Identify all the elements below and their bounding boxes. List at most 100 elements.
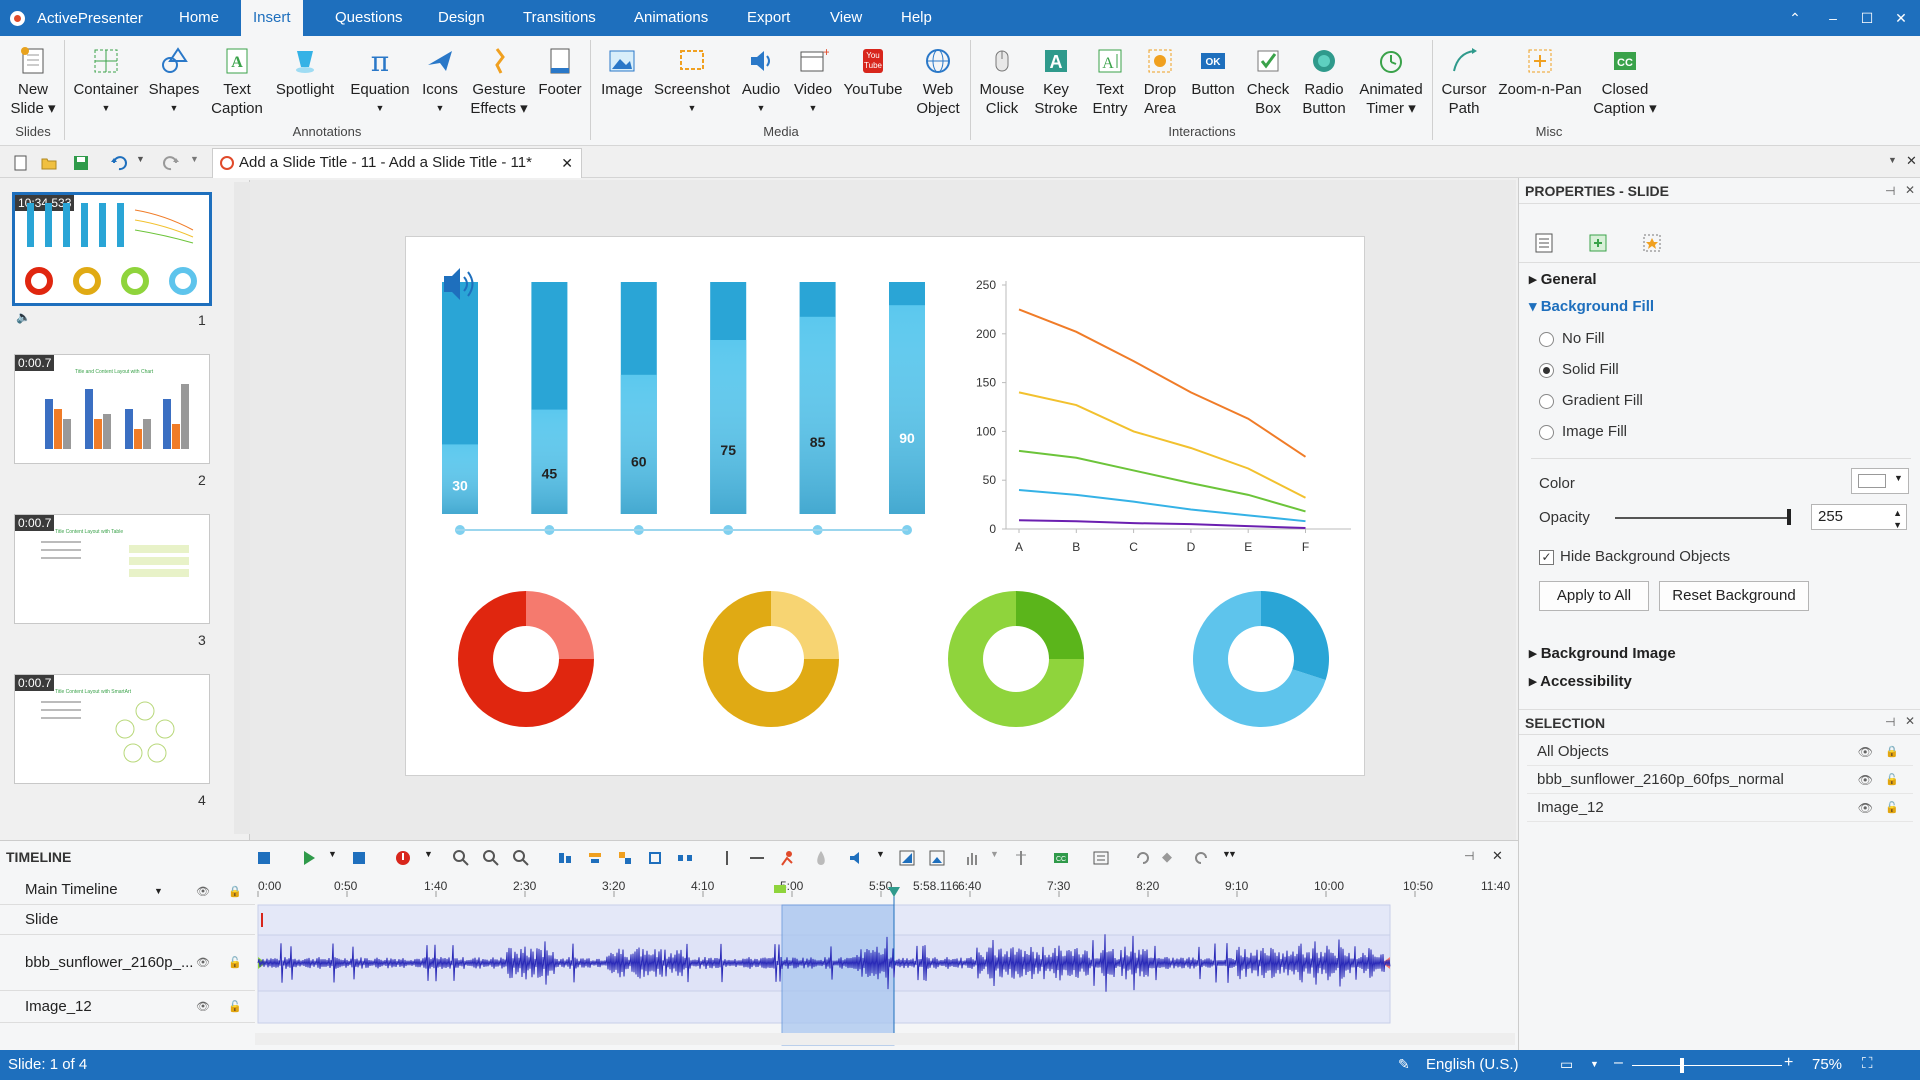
visibility-eye-icon[interactable]: 👁 xyxy=(196,956,210,969)
pin-icon[interactable]: ⊣ xyxy=(1885,184,1895,198)
more-tools-icon[interactable]: ▼ xyxy=(1228,849,1246,867)
visibility-eye-icon[interactable]: 👁 xyxy=(196,885,210,898)
spin-down-icon[interactable]: ▼ xyxy=(1893,513,1902,537)
animated-timer-button[interactable]: Animated Timer ▾ xyxy=(1354,42,1428,118)
slide-thumbnail-3[interactable]: 0:00.7 Title Content Layout with Table xyxy=(14,514,210,624)
screenshot-button[interactable]: Screenshot ▼ xyxy=(650,42,734,118)
no-fill-radio[interactable]: No Fill xyxy=(1539,330,1605,347)
menu-home[interactable]: Home xyxy=(167,0,231,36)
spell-check-icon[interactable]: ✎ xyxy=(1398,1056,1410,1073)
view-dropdown-icon[interactable]: ▼ xyxy=(1590,1059,1599,1069)
color-picker[interactable]: ▼ xyxy=(1851,468,1909,494)
check-box-button[interactable]: Check Box xyxy=(1242,42,1294,118)
icons-button[interactable]: Icons ▼ xyxy=(420,42,460,118)
effects-icon[interactable] xyxy=(1641,232,1663,254)
insert-image-icon[interactable] xyxy=(928,849,946,867)
rotate-left-icon[interactable] xyxy=(1134,849,1152,867)
menu-view[interactable]: View xyxy=(818,0,874,36)
audio-button[interactable]: Audio ▼ xyxy=(736,42,786,118)
main-timeline-dropdown[interactable]: Main Timeline xyxy=(0,875,255,905)
freeze-frame-icon[interactable] xyxy=(898,849,916,867)
volume-icon[interactable] xyxy=(848,849,866,867)
visibility-eye-icon[interactable]: 👁 xyxy=(196,1000,210,1013)
new-slide-button[interactable]: New Slide ▾ xyxy=(6,42,60,118)
background-fill-section[interactable]: ▾ Background Fill xyxy=(1529,297,1654,315)
menu-animations[interactable]: Animations xyxy=(622,0,720,36)
key-stroke-button[interactable]: A Key Stroke xyxy=(1030,42,1082,118)
motion-icon[interactable] xyxy=(778,849,796,867)
lock-icon[interactable]: 🔓 xyxy=(1885,766,1899,794)
shapes-button[interactable]: Shapes ▼ xyxy=(144,42,204,118)
lock-icon[interactable]: 🔒 xyxy=(1885,738,1899,766)
reset-background-button[interactable]: Reset Background xyxy=(1659,581,1809,611)
radio-button-button[interactable]: Radio Button xyxy=(1296,42,1352,118)
visibility-eye-icon[interactable]: 👁 xyxy=(1858,794,1873,822)
selection-row-all-objects[interactable]: All Objects 👁 🔒 xyxy=(1527,738,1913,766)
close-tab-icon[interactable]: ✕ xyxy=(561,149,573,177)
stop-icon[interactable] xyxy=(350,849,368,867)
opacity-input[interactable]: 255 ▲ ▼ xyxy=(1811,504,1907,530)
subtitle-list-icon[interactable] xyxy=(1092,849,1110,867)
menu-questions[interactable]: Questions xyxy=(323,0,415,36)
drop-area-button[interactable]: Drop Area xyxy=(1138,42,1182,118)
select-tool-icon[interactable] xyxy=(255,849,273,867)
zoom-out-icon[interactable] xyxy=(482,849,500,867)
audio-levels-icon[interactable] xyxy=(964,849,982,867)
timeline-horizontal-scrollbar[interactable] xyxy=(255,1033,1515,1045)
ribbon-collapse-icon[interactable]: ⌃ xyxy=(1778,0,1812,36)
volume-dropdown-icon[interactable]: ▼ xyxy=(876,849,894,867)
zoom-slider[interactable] xyxy=(1632,1065,1782,1066)
pane-close-icon[interactable]: ✕ xyxy=(1906,153,1917,169)
slide-canvas[interactable]: 30 45 60 75 85 90 0 50 100 150 200 250 A B C D E F xyxy=(405,236,1365,776)
align-center-icon[interactable] xyxy=(586,849,604,867)
visibility-eye-icon[interactable]: 👁 xyxy=(1858,738,1873,766)
align-icon[interactable] xyxy=(556,849,574,867)
save-icon[interactable] xyxy=(72,154,90,172)
youtube-button[interactable]: You Tube YouTube xyxy=(840,42,906,99)
close-icon[interactable]: ✕ xyxy=(1905,183,1915,197)
text-entry-button[interactable]: A Text Entry xyxy=(1084,42,1136,118)
lock-icon[interactable]: 🔒 xyxy=(228,885,242,898)
close-icon[interactable]: ✕ xyxy=(1905,714,1915,728)
language-indicator[interactable]: English (U.S.) xyxy=(1426,1056,1519,1073)
apply-to-all-button[interactable]: Apply to All xyxy=(1539,581,1649,611)
text-caption-button[interactable]: A Text Caption xyxy=(206,42,268,118)
undo-icon[interactable] xyxy=(110,154,128,172)
pane-menu-icon[interactable]: ▼ xyxy=(1888,155,1897,165)
solid-fill-radio[interactable]: Solid Fill xyxy=(1539,361,1619,378)
bar-chart[interactable]: 30 45 60 75 85 90 xyxy=(442,282,925,535)
zoom-in-icon[interactable] xyxy=(452,849,470,867)
lock-icon[interactable]: 🔓 xyxy=(1885,794,1899,822)
fit-screen-icon[interactable]: ⛶ xyxy=(1862,1055,1873,1072)
menu-insert[interactable]: Insert xyxy=(241,0,303,36)
distribute-icon[interactable] xyxy=(676,849,694,867)
menu-export[interactable]: Export xyxy=(735,0,802,36)
properties-list-icon[interactable] xyxy=(1533,232,1555,254)
slide-thumbnail-4[interactable]: 0:00.7 Title Content Layout with SmartAr… xyxy=(14,674,210,784)
selection-row-audio[interactable]: bbb_sunflower_2160p_60fps_normal 👁 🔓 xyxy=(1527,766,1913,794)
crop-icon[interactable] xyxy=(646,849,664,867)
general-section[interactable]: ▸ General xyxy=(1529,270,1597,288)
spotlight-button[interactable]: Spotlight xyxy=(270,42,340,99)
container-button[interactable]: Container ▼ xyxy=(70,42,142,118)
pin-icon[interactable]: ⊣ xyxy=(1885,715,1895,729)
menu-design[interactable]: Design xyxy=(426,0,497,36)
noise-icon[interactable] xyxy=(1012,849,1030,867)
fade-icon[interactable] xyxy=(812,849,830,867)
slide-thumbnail-1[interactable]: 10:34.533 xyxy=(12,192,212,306)
play-dropdown-icon[interactable]: ▼ xyxy=(328,849,346,867)
selection-row-image[interactable]: Image_12 👁 🔓 xyxy=(1527,794,1913,822)
timeline-row-slide[interactable]: Slide xyxy=(0,905,255,935)
maximize-button[interactable]: ☐ xyxy=(1850,0,1884,36)
join-icon[interactable] xyxy=(748,849,766,867)
minimize-button[interactable]: – xyxy=(1816,0,1850,36)
split-icon[interactable] xyxy=(718,849,736,867)
accessibility-section[interactable]: ▸ Accessibility xyxy=(1529,672,1632,690)
play-icon[interactable] xyxy=(300,849,318,867)
cursor-path-button[interactable]: Cursor Path xyxy=(1436,42,1492,118)
zoom-n-pan-button[interactable]: Zoom-n-Pan xyxy=(1494,42,1586,99)
document-tab[interactable]: Add a Slide Title - 11 - Add a Slide Tit… xyxy=(212,148,582,178)
record-dropdown-icon[interactable]: ▼ xyxy=(424,849,442,867)
line-chart[interactable]: 0 50 100 150 200 250 A B C D E F xyxy=(976,278,1351,554)
zoom-in-button[interactable]: + xyxy=(1784,1054,1793,1072)
